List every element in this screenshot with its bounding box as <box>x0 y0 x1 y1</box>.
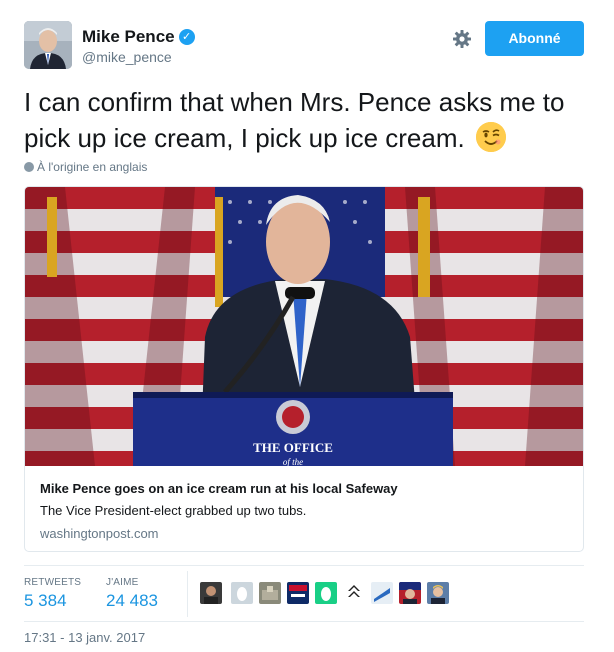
likes-label[interactable]: J'AIME <box>106 577 139 588</box>
liker-avatar[interactable] <box>259 582 281 604</box>
liker-avatar[interactable] <box>200 582 222 604</box>
translation-note[interactable]: À l'origine en anglais <box>24 160 147 174</box>
liker-avatar[interactable] <box>399 582 421 604</box>
liker-avatar[interactable] <box>371 582 393 604</box>
divider <box>24 565 584 566</box>
verified-badge-icon: ✓ <box>178 29 195 45</box>
globe-icon <box>24 162 34 172</box>
liker-avatar[interactable] <box>343 582 365 604</box>
liker-avatar-default-egg[interactable] <box>231 582 253 604</box>
link-card[interactable]: THE OFFICE of the Mike Pence goes on an … <box>24 186 584 552</box>
retweets-label[interactable]: RETWEETS <box>24 577 81 588</box>
stats-separator <box>187 571 188 617</box>
gear-icon[interactable] <box>452 29 472 49</box>
card-domain[interactable]: washingtonpost.com <box>40 526 159 541</box>
retweets-count[interactable]: 5 384 <box>24 591 67 611</box>
tweet-text: I can confirm that when Mrs. Pence asks … <box>24 84 599 156</box>
podium-subtext: of the <box>283 457 303 466</box>
user-name-text[interactable]: Mike Pence <box>82 27 175 46</box>
liker-avatar[interactable] <box>287 582 309 604</box>
user-handle[interactable]: @mike_pence <box>82 49 172 65</box>
avatar[interactable] <box>24 21 72 69</box>
avatar-image <box>24 21 72 69</box>
podium-text: THE OFFICE <box>253 440 333 455</box>
likes-count[interactable]: 24 483 <box>106 591 158 611</box>
translation-note-text[interactable]: À l'origine en anglais <box>37 160 147 174</box>
card-photo: THE OFFICE of the <box>25 187 583 466</box>
divider <box>24 621 584 622</box>
winking-face-icon <box>475 122 506 152</box>
card-description: The Vice President-elect grabbed up two … <box>40 503 307 518</box>
liker-avatar-default-egg[interactable] <box>315 582 337 604</box>
user-name[interactable]: Mike Pence ✓ <box>82 27 195 47</box>
follow-button[interactable]: Abonné <box>485 21 584 56</box>
tweet-timestamp[interactable]: 17:31 - 13 janv. 2017 <box>24 630 145 645</box>
liker-avatar[interactable] <box>427 582 449 604</box>
card-title[interactable]: Mike Pence goes on an ice cream run at h… <box>40 481 398 496</box>
